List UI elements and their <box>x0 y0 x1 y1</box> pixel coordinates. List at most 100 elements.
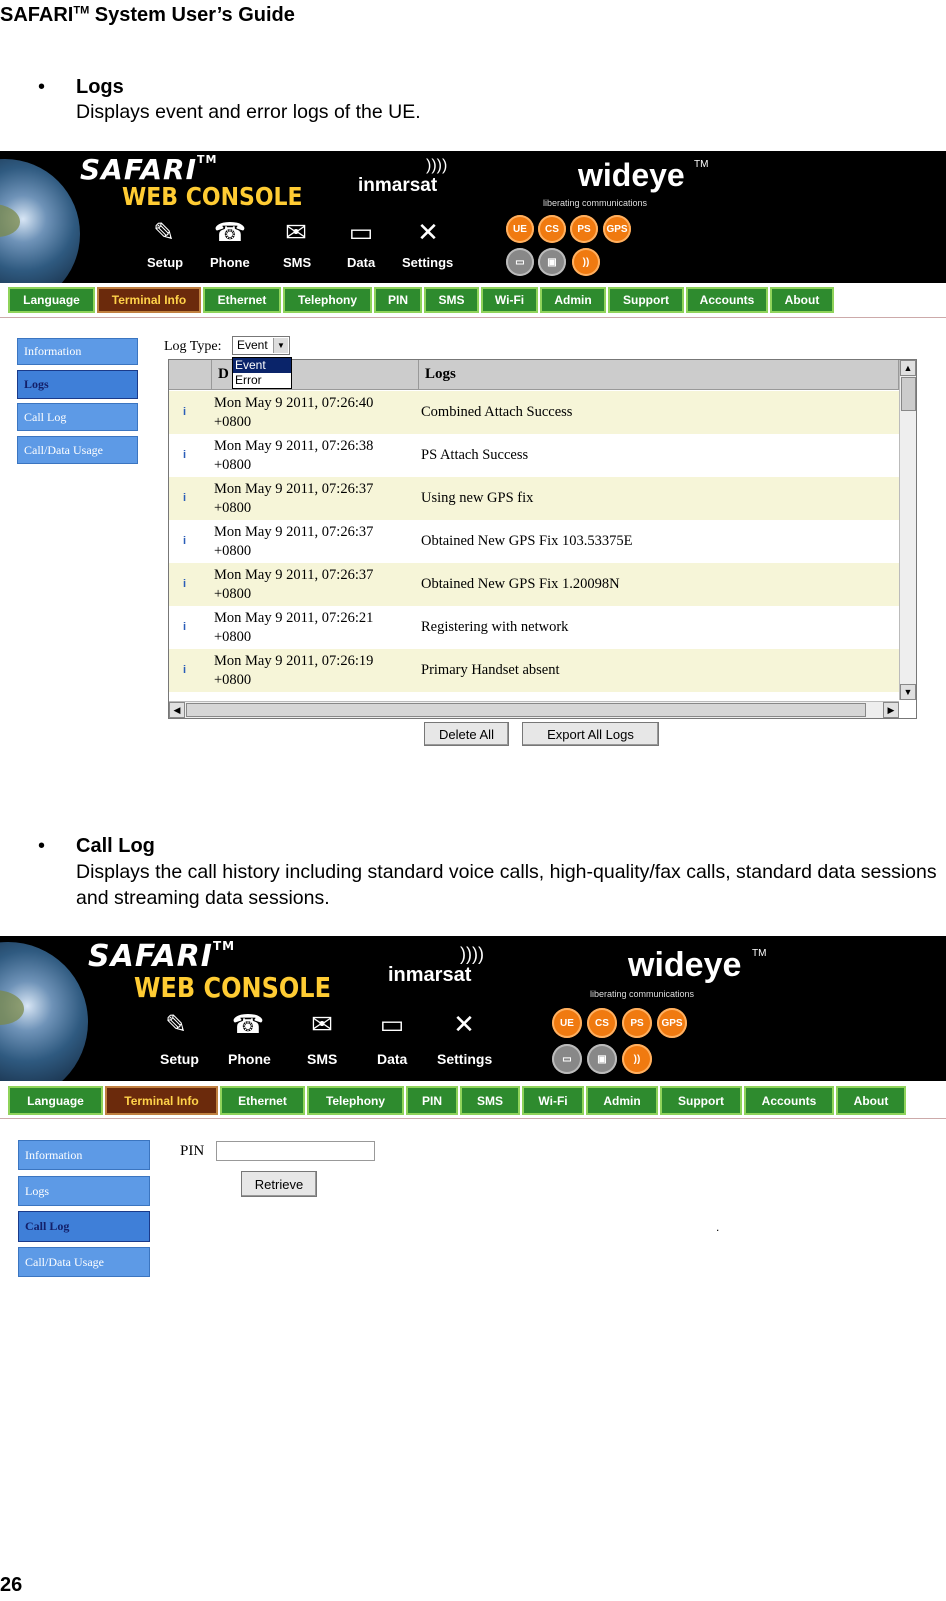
menu-pin[interactable]: PIN <box>374 287 422 313</box>
nav-settings-label[interactable]: Settings <box>437 1051 492 1067</box>
horizontal-scrollbar[interactable]: ◀ ▶ <box>169 701 899 718</box>
menu-about[interactable]: About <box>770 287 834 313</box>
menu-support[interactable]: Support <box>660 1086 742 1115</box>
menu-language[interactable]: Language <box>8 287 95 313</box>
menu-accounts[interactable]: Accounts <box>686 287 768 313</box>
globe-image <box>0 942 88 1081</box>
setup-icon[interactable]: ✎ <box>146 214 182 250</box>
sidebar-item-logs[interactable]: Logs <box>17 370 138 399</box>
sidebar-item-call-log[interactable]: Call Log <box>17 403 138 431</box>
log-message: Obtained New GPS Fix 1.20098N <box>421 576 620 592</box>
sidebar-item-call-data-usage[interactable]: Call/Data Usage <box>18 1247 150 1277</box>
log-message: Obtained New GPS Fix 103.53375E <box>421 533 633 549</box>
menu-wifi[interactable]: Wi-Fi <box>481 287 538 313</box>
export-all-logs-button[interactable]: Export All Logs <box>522 722 659 746</box>
menu-about[interactable]: About <box>836 1086 906 1115</box>
nav-data-label[interactable]: Data <box>377 1051 407 1067</box>
envelope-icon[interactable]: ✉ <box>304 1006 340 1042</box>
pin-input[interactable] <box>216 1141 375 1161</box>
nav-setup-label[interactable]: Setup <box>147 255 183 270</box>
menu-terminal-info[interactable]: Terminal Info <box>97 287 201 313</box>
log-message: Combined Attach Success <box>421 404 573 420</box>
menu-ethernet[interactable]: Ethernet <box>203 287 281 313</box>
log-type-label: Log Type: <box>164 339 222 354</box>
menu-sms[interactable]: SMS <box>460 1086 520 1115</box>
nav-sms-label[interactable]: SMS <box>283 255 311 270</box>
tools-icon[interactable]: ✕ <box>410 214 446 250</box>
wideye-tagline: liberating communications <box>543 198 648 208</box>
wifi-status-icon: )) <box>572 248 600 276</box>
log-type-option-error[interactable]: Error <box>233 373 291 388</box>
header-suffix: System User’s Guide <box>89 4 295 26</box>
log-date: Mon May 9 2011, 07:26:21 <box>214 610 374 626</box>
info-icon: i <box>183 621 187 633</box>
document-header: SAFARITM System User’s Guide <box>0 4 295 27</box>
sidebar-item-call-data-usage[interactable]: Call/Data Usage <box>17 436 138 464</box>
inmarsat-wave-icon: )))) <box>460 944 484 964</box>
inmarsat-logo: inmarsat <box>388 964 472 986</box>
nav-phone-label[interactable]: Phone <box>210 255 250 270</box>
console-banner: SAFARITM WEB CONSOLE )))) inmarsat widey… <box>0 151 946 283</box>
sidebar-item-information[interactable]: Information <box>17 338 138 365</box>
stray-dot: . <box>716 1220 720 1234</box>
log-date: Mon May 9 2011, 07:26:40 <box>214 395 374 411</box>
menu-sms[interactable]: SMS <box>424 287 479 313</box>
menu-accounts[interactable]: Accounts <box>744 1086 834 1115</box>
section-description-logs: Displays event and error logs of the UE. <box>76 101 421 123</box>
chevron-down-icon[interactable]: ▼ <box>273 338 288 353</box>
nav-settings-label[interactable]: Settings <box>402 255 453 270</box>
section-bullet: • <box>38 76 46 98</box>
log-type-option-event[interactable]: Event <box>233 358 291 373</box>
menu-ethernet[interactable]: Ethernet <box>220 1086 305 1115</box>
nav-data-label[interactable]: Data <box>347 255 375 270</box>
envelope-icon[interactable]: ✉ <box>278 214 314 250</box>
menu-admin[interactable]: Admin <box>586 1086 658 1115</box>
info-icon: i <box>183 492 187 504</box>
table-row: i Mon May 9 2011, 07:26:19 +0800 Primary… <box>169 649 899 692</box>
retrieve-button[interactable]: Retrieve <box>241 1171 317 1197</box>
wideye-tm: TM <box>752 948 767 959</box>
phone-icon[interactable]: ☎ <box>212 214 248 250</box>
vertical-scrollbar[interactable]: ▲ ▼ <box>899 360 916 700</box>
menu-support[interactable]: Support <box>608 287 684 313</box>
menu-language[interactable]: Language <box>8 1086 103 1115</box>
sidebar-item-information[interactable]: Information <box>18 1140 150 1170</box>
tools-icon[interactable]: ✕ <box>446 1006 482 1042</box>
col-icon-header <box>169 360 212 390</box>
menu-telephony[interactable]: Telephony <box>283 287 372 313</box>
menu-telephony[interactable]: Telephony <box>307 1086 404 1115</box>
phone-icon[interactable]: ☎ <box>230 1006 266 1042</box>
call-log-screenshot: SAFARITM WEB CONSOLE )))) inmarsat widey… <box>0 936 946 1286</box>
menu-terminal-info[interactable]: Terminal Info <box>105 1086 218 1115</box>
sidebar-item-call-log[interactable]: Call Log <box>18 1211 150 1242</box>
section-description-call-log: Displays the call history including stan… <box>76 861 937 909</box>
log-tz: +0800 <box>214 500 252 516</box>
menu-pin[interactable]: PIN <box>406 1086 458 1115</box>
delete-all-button[interactable]: Delete All <box>424 722 509 746</box>
nav-phone-label[interactable]: Phone <box>228 1051 271 1067</box>
sidebar-item-logs[interactable]: Logs <box>18 1176 150 1206</box>
menu-wifi[interactable]: Wi-Fi <box>522 1086 584 1115</box>
scroll-up-icon[interactable]: ▲ <box>900 360 916 376</box>
info-icon: i <box>183 406 187 418</box>
computer-icon[interactable]: ▭ <box>374 1006 410 1042</box>
horizontal-scroll-thumb[interactable] <box>186 703 866 717</box>
vertical-scroll-thumb[interactable] <box>901 377 916 411</box>
log-date: Mon May 9 2011, 07:26:37 <box>214 524 374 540</box>
setup-icon[interactable]: ✎ <box>158 1006 194 1042</box>
log-tz: +0800 <box>214 672 252 688</box>
nav-setup-label[interactable]: Setup <box>160 1051 199 1067</box>
scroll-down-icon[interactable]: ▼ <box>900 684 916 700</box>
nav-sms-label[interactable]: SMS <box>307 1051 337 1067</box>
menu-admin[interactable]: Admin <box>540 287 606 313</box>
inmarsat-logo: inmarsat <box>358 175 438 196</box>
console-banner: SAFARITM WEB CONSOLE )))) inmarsat widey… <box>0 936 946 1081</box>
scroll-right-icon[interactable]: ▶ <box>883 702 899 718</box>
scroll-left-icon[interactable]: ◀ <box>169 702 185 718</box>
log-type-select[interactable]: Event ▼ <box>232 336 290 355</box>
log-message: PS Attach Success <box>421 447 529 463</box>
table-row: i Mon May 9 2011, 07:26:37 +0800 Obtaine… <box>169 520 899 563</box>
safari-logo: SAFARITM <box>80 153 218 186</box>
computer-icon[interactable]: ▭ <box>343 214 379 250</box>
ue-status-icon: UE <box>506 215 534 243</box>
